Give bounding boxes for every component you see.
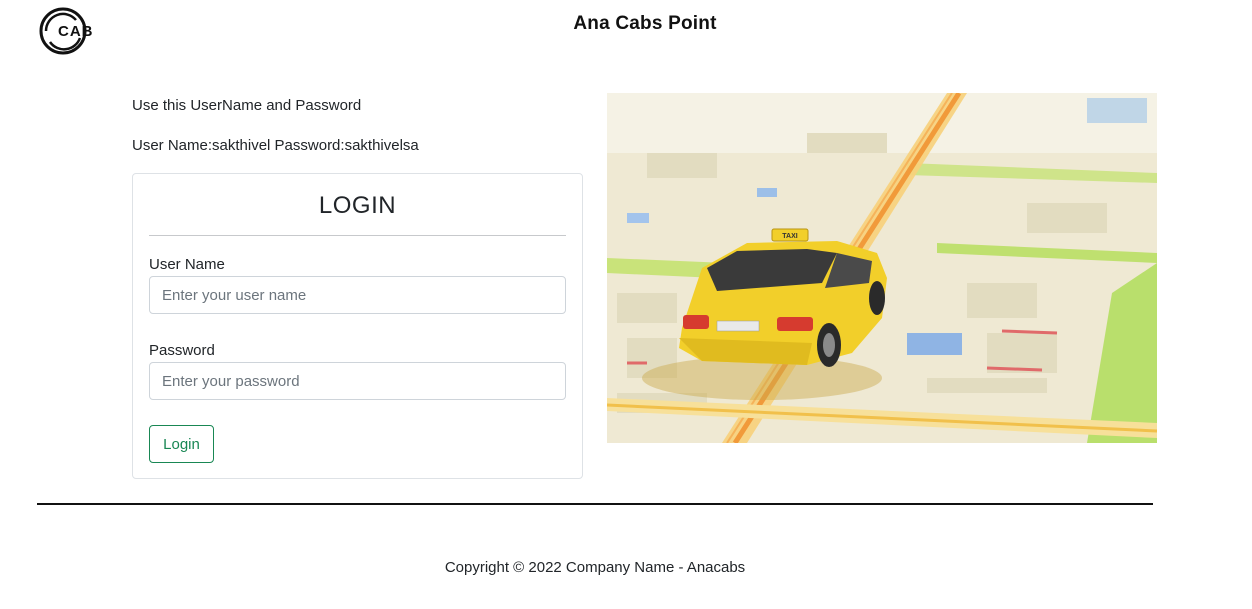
title-divider (149, 235, 566, 236)
password-label: Password (149, 342, 215, 359)
password-input[interactable] (149, 362, 566, 400)
credentials-hint-intro: Use this UserName and Password (132, 97, 362, 114)
taxi-sign: TAXI (782, 233, 797, 240)
login-title: LOGIN (318, 192, 397, 219)
credentials-hint: User Name:sakthivel Password:sakthivelsa (132, 137, 419, 154)
login-card: LOGIN User Name Password Login (132, 173, 583, 479)
site-title: Ana Cabs Point (573, 13, 717, 34)
copyright-text: Copyright © 2022 Company Name - Anacabs (444, 559, 746, 576)
username-input[interactable] (149, 276, 566, 314)
username-label: User Name (149, 256, 225, 273)
login-button[interactable]: Login (149, 425, 214, 463)
hero-taxi-map-image: TAXI (607, 93, 1157, 443)
footer-divider (37, 503, 1153, 505)
